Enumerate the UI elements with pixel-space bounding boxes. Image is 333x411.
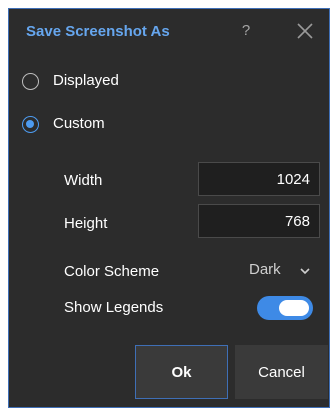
radio-custom[interactable]: Custom <box>22 113 222 137</box>
color-scheme-value: Dark <box>249 261 281 278</box>
color-scheme-label: Color Scheme <box>64 263 160 280</box>
dialog-titlebar: Save Screenshot As ? <box>9 9 329 54</box>
show-legends-toggle[interactable] <box>257 296 313 320</box>
radio-custom-indicator[interactable] <box>22 116 39 133</box>
cancel-button[interactable]: Cancel <box>235 345 328 399</box>
ok-button[interactable]: Ok <box>135 345 228 399</box>
show-legends-label: Show Legends <box>64 299 164 316</box>
radio-displayed-label: Displayed <box>53 72 119 89</box>
help-button[interactable]: ? <box>235 19 257 43</box>
dialog-title: Save Screenshot As <box>26 23 170 40</box>
height-input[interactable] <box>198 204 320 238</box>
radio-custom-label: Custom <box>53 115 105 132</box>
save-screenshot-dialog: Save Screenshot As ? Displayed Custom Wi… <box>8 8 330 408</box>
radio-displayed[interactable]: Displayed <box>22 70 222 94</box>
chevron-down-icon <box>299 264 311 276</box>
color-scheme-select[interactable]: Dark <box>249 261 321 281</box>
radio-displayed-indicator[interactable] <box>22 73 39 90</box>
width-label: Width <box>64 172 103 189</box>
toggle-knob <box>279 300 309 316</box>
height-label: Height <box>64 215 108 232</box>
close-icon[interactable] <box>293 19 317 43</box>
width-input[interactable] <box>198 162 320 196</box>
